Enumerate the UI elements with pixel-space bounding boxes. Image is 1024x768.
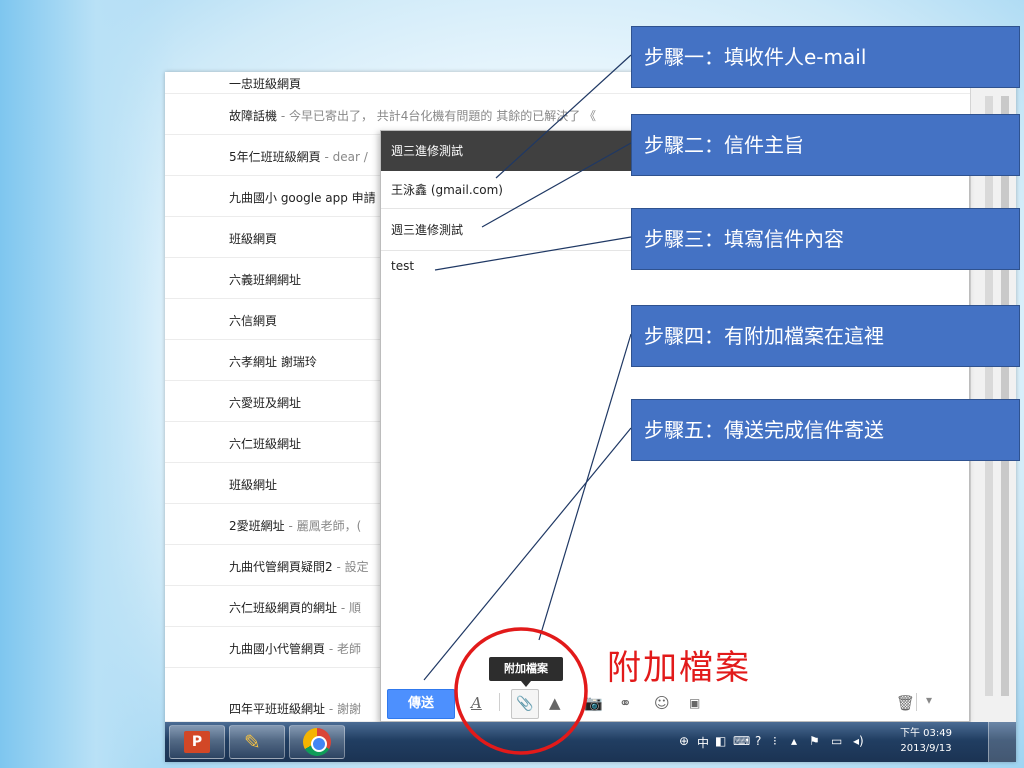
taskbar-chrome[interactable] [289, 725, 345, 759]
chrome-icon [303, 728, 331, 756]
email-snippet: - 順 [337, 601, 361, 615]
system-clock[interactable]: 下午 03:49 2013/9/13 [900, 726, 952, 756]
email-subject: 故障話機 [229, 109, 278, 123]
email-subject: 班級網址 [229, 478, 278, 492]
toolbar-divider [916, 693, 917, 711]
calendar-icon[interactable]: ▣ [689, 693, 700, 713]
email-subject: 一忠班級網頁 [229, 77, 302, 91]
email-snippet: - 設定 [332, 560, 369, 574]
powerpoint-icon: P [184, 731, 210, 753]
toolbar-divider [499, 693, 500, 711]
message-body[interactable]: test [391, 259, 414, 273]
email-subject: 六仁班級網頁的網址 [229, 601, 338, 615]
attachment-annotation-label: 附加檔案 [607, 648, 751, 688]
formatting-icon[interactable]: A [471, 693, 482, 713]
callout-step4: 步驟四：有附加檔案在這裡 [631, 305, 1020, 367]
email-subject: 2愛班網址 [229, 519, 285, 533]
email-subject: 九曲國小 google app 申請 [229, 191, 376, 205]
background-glow [0, 0, 175, 768]
email-subject: 四年平班班級網址 [229, 702, 326, 716]
ime-icon[interactable]: ⊕ [679, 734, 689, 748]
scrollbar-thumb[interactable] [1001, 96, 1009, 696]
network-icon[interactable]: ▭ [831, 734, 842, 748]
email-subject: 班級網頁 [229, 232, 278, 246]
show-desktop-button[interactable] [988, 722, 1016, 762]
email-subject: 六愛班及網址 [229, 396, 302, 410]
input-options-icon[interactable]: ⁝ [773, 734, 777, 748]
email-snippet: - 麗鳳老師，( [284, 519, 362, 533]
clock-date: 2013/9/13 [900, 743, 952, 754]
email-snippet: - dear / [320, 150, 368, 164]
paperclip-icon: 📎 [516, 696, 534, 712]
ime-mode-icon[interactable]: ◧ [715, 734, 726, 748]
clock-time: 下午 03:49 [900, 728, 952, 739]
email-snippet: - 謝謝 [325, 702, 361, 716]
volume-icon[interactable]: ◂) [853, 734, 864, 748]
help-icon[interactable]: ? [755, 734, 761, 748]
flag-icon[interactable]: ⚑ [809, 734, 820, 748]
taskbar-powerpoint[interactable]: P [169, 725, 225, 759]
attach-file-button[interactable]: 📎 [511, 689, 539, 719]
email-subject: 九曲代管網頁疑問2 [229, 560, 333, 574]
attach-tooltip: 附加檔案 [489, 657, 563, 687]
email-subject: 六信網頁 [229, 314, 278, 328]
emoji-icon[interactable]: ☺ [654, 693, 670, 713]
taskbar: P ✎ ⊕ 中 ◧ ⌨ ? ⁝ ▴ ⚑ ▭ ◂) 下午 03:49 2013/9… [165, 722, 1016, 762]
callout-step5: 步驟五：傳送完成信件寄送 [631, 399, 1020, 461]
email-subject: 六仁班級網址 [229, 437, 302, 451]
email-subject: 九曲國小代管網頁 [229, 642, 326, 656]
callout-step2: 步驟二：信件主旨 [631, 114, 1020, 176]
link-icon[interactable]: ⚭ [619, 693, 632, 713]
email-subject: 六義班網網址 [229, 273, 302, 287]
email-snippet: - 老師 [325, 642, 361, 656]
scrollbar-track[interactable] [985, 96, 993, 696]
taskbar-paint[interactable]: ✎ [229, 725, 285, 759]
recipient-field[interactable]: 王泳鑫 (gmail.com) [381, 171, 969, 209]
email-snippet: - 今早已寄出了， 共計4台化機有問題的 其餘的已解決了 《 [277, 109, 597, 123]
ime-language[interactable]: 中 [697, 734, 709, 751]
tray-expand-icon[interactable]: ▴ [791, 734, 797, 748]
ime-keyboard-icon[interactable]: ⌨ [733, 734, 750, 748]
email-subject: 六孝網址 謝瑞玲 [229, 355, 317, 369]
trash-icon[interactable]: 🗑 [896, 693, 915, 713]
camera-icon[interactable]: 📷 [584, 693, 603, 713]
more-options-button[interactable]: ▾ [926, 693, 932, 707]
email-subject: 5年仁班班級網頁 [229, 150, 321, 164]
callout-step1: 步驟一：填收件人e-mail [631, 26, 1020, 88]
drive-icon[interactable]: ▲ [549, 693, 561, 713]
paint-icon: ✎ [244, 730, 261, 754]
send-button[interactable]: 傳送 [387, 689, 455, 719]
callout-step3: 步驟三：填寫信件內容 [631, 208, 1020, 270]
